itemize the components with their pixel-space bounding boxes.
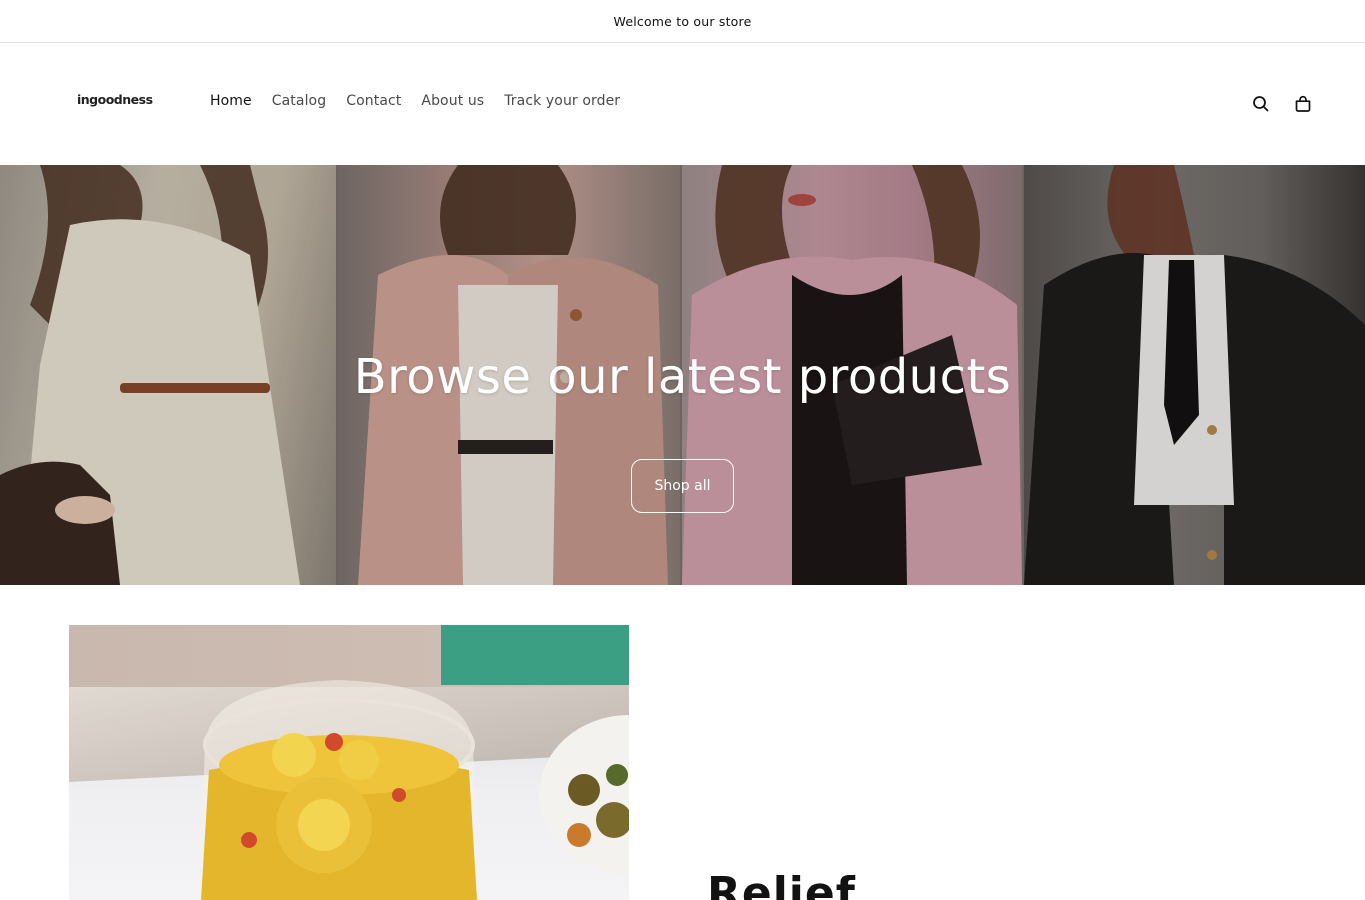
cart-icon[interactable] (1292, 93, 1314, 115)
main-nav: Home Catalog Contact About us Track your… (210, 93, 640, 109)
hero-title: Browse our latest products (353, 349, 1012, 405)
nav-link-contact[interactable]: Contact (346, 93, 401, 109)
nav-link-home[interactable]: Home (210, 93, 252, 109)
announcement-bar: Welcome to our store (0, 0, 1365, 43)
nav-link-about-us[interactable]: About us (421, 93, 484, 109)
store-logo[interactable]: ingoodness (77, 92, 153, 107)
announcement-text: Welcome to our store (613, 13, 752, 29)
hero-banner: Browse our latest products Shop all (0, 165, 1365, 585)
site-header: ingoodness Home Catalog Contact About us… (0, 43, 1365, 165)
nav-link-track-order[interactable]: Track your order (504, 93, 620, 109)
search-icon[interactable] (1250, 93, 1272, 115)
nav-link-catalog[interactable]: Catalog (272, 93, 326, 109)
feature-image-flower-tea[interactable] (69, 625, 629, 900)
feature-title: Relief (707, 868, 856, 900)
flower-tea-glass-illustration (199, 680, 629, 900)
shop-all-button[interactable]: Shop all (631, 459, 734, 513)
